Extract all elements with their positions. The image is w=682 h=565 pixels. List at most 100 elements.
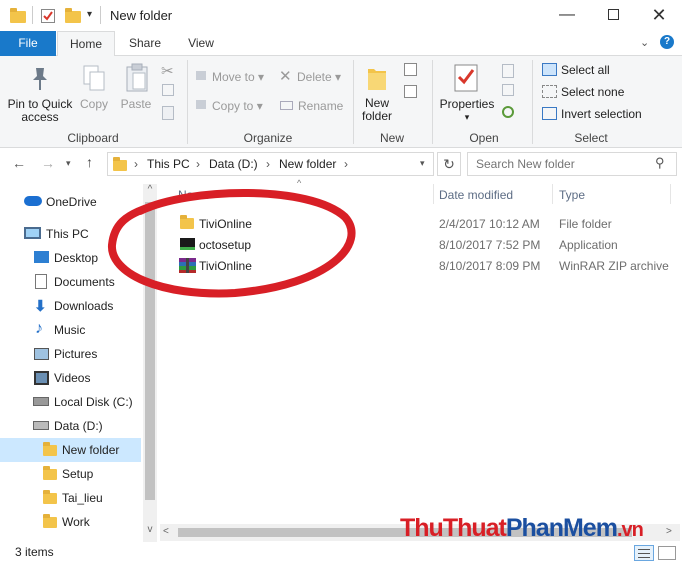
- explorer-window: ▾ New folder — ✕ File Home Share View ⌄ …: [0, 0, 682, 565]
- search-icon[interactable]: ⚲: [655, 155, 665, 171]
- breadcrumb-this-pc[interactable]: This PC: [147, 157, 190, 171]
- breadcrumb-new-folder[interactable]: New folder: [279, 157, 336, 171]
- column-header-type[interactable]: Type: [559, 188, 585, 202]
- tab-view[interactable]: View: [176, 31, 226, 56]
- nav-item-new-folder[interactable]: New folder: [62, 439, 119, 461]
- onedrive-icon: [24, 196, 42, 206]
- work-folder-icon: [43, 514, 57, 528]
- delete-button[interactable]: Delete ▾: [297, 71, 341, 84]
- nav-item-work[interactable]: Work: [62, 511, 90, 533]
- local-disk-icon: [33, 397, 49, 406]
- properties-check-icon[interactable]: [41, 9, 55, 23]
- pin-to-quick-access-button[interactable]: Pin to Quick access: [4, 98, 76, 124]
- highlight-ellipse: [108, 188, 356, 298]
- nav-item-onedrive[interactable]: OneDrive: [46, 191, 97, 213]
- downloads-icon: ⬇: [34, 298, 47, 315]
- copy-path-icon[interactable]: [162, 84, 174, 96]
- documents-icon: [35, 274, 47, 289]
- this-pc-icon: [24, 227, 41, 239]
- move-to-button[interactable]: Move to ▾: [212, 71, 264, 84]
- history-icon[interactable]: [502, 106, 514, 118]
- copy-to-button[interactable]: Copy to ▾: [212, 100, 263, 113]
- file-type: WinRAR ZIP archive: [559, 259, 669, 273]
- file-date-modified: 2/4/2017 10:12 AM: [439, 217, 540, 231]
- forward-arrow-icon[interactable]: →: [41, 155, 55, 171]
- nav-item-this-pc[interactable]: This PC: [46, 223, 89, 245]
- address-dropdown-icon[interactable]: ▾: [420, 158, 425, 169]
- edit-icon[interactable]: [502, 84, 514, 96]
- select-none-icon: [542, 85, 557, 98]
- paste-icon: [124, 63, 150, 96]
- new-folder-nav-icon: [43, 442, 57, 456]
- tab-home[interactable]: Home: [57, 31, 115, 57]
- nav-item-data-d[interactable]: Data (D:): [54, 415, 103, 437]
- maximize-button[interactable]: [590, 0, 636, 31]
- paste-shortcut-icon[interactable]: [162, 106, 174, 120]
- nav-item-pictures[interactable]: Pictures: [54, 343, 97, 365]
- column-header-date-modified[interactable]: Date modified: [439, 188, 513, 202]
- invert-selection-button[interactable]: Invert selection: [561, 108, 642, 121]
- address-bar[interactable]: › This PC › Data (D:) › New folder › ▾: [107, 152, 434, 176]
- new-folder-button[interactable]: New folder: [355, 97, 399, 123]
- nav-item-desktop[interactable]: Desktop: [54, 247, 98, 269]
- move-to-icon: [196, 71, 206, 80]
- desktop-icon: [34, 251, 49, 263]
- large-icons-view-icon[interactable]: [658, 546, 676, 560]
- music-icon: ♪: [35, 320, 43, 337]
- nav-item-videos[interactable]: Videos: [54, 367, 90, 389]
- rename-button[interactable]: Rename: [298, 100, 343, 113]
- tab-file[interactable]: File: [0, 31, 56, 56]
- recent-locations-icon[interactable]: ▾: [66, 158, 71, 169]
- title-bar: ▾ New folder — ✕: [0, 0, 682, 31]
- nav-item-music[interactable]: Music: [54, 319, 85, 341]
- file-date-modified: 8/10/2017 7:52 PM: [439, 238, 541, 252]
- cut-icon[interactable]: ✂: [161, 62, 174, 80]
- minimize-ribbon-icon[interactable]: ⌄: [640, 36, 649, 49]
- minimize-button[interactable]: —: [544, 0, 590, 31]
- setup-folder-icon: [43, 466, 57, 480]
- group-label-organize: Organize: [243, 131, 293, 145]
- properties-icon: [454, 64, 478, 95]
- status-item-count: 3 items: [15, 545, 54, 559]
- select-all-button[interactable]: Select all: [561, 64, 610, 77]
- breadcrumb-data-d[interactable]: Data (D:): [209, 157, 258, 171]
- watermark: ThuThuatPhanMem.vn: [400, 514, 644, 542]
- paste-button[interactable]: Paste: [118, 98, 154, 111]
- file-type: Application: [559, 238, 618, 252]
- delete-icon: ✕: [279, 68, 292, 85]
- new-item-icon[interactable]: [404, 63, 417, 76]
- address-folder-icon: [113, 157, 127, 171]
- tab-share[interactable]: Share: [120, 31, 170, 56]
- new-folder-quick-icon[interactable]: [65, 8, 81, 23]
- group-label-open: Open: [469, 131, 499, 145]
- group-label-clipboard: Clipboard: [67, 131, 119, 145]
- nav-item-tai-lieu[interactable]: Tai_lieu: [62, 487, 103, 509]
- data-drive-icon: [33, 421, 49, 430]
- back-arrow-icon[interactable]: ←: [12, 155, 26, 171]
- nav-item-local-disk-c[interactable]: Local Disk (C:): [54, 391, 133, 413]
- customize-toolbar-icon[interactable]: ▾: [87, 9, 92, 20]
- details-view-icon[interactable]: [634, 545, 654, 561]
- folder-icon: [10, 8, 26, 23]
- refresh-icon[interactable]: ↻: [437, 152, 461, 176]
- nav-item-setup[interactable]: Setup: [62, 463, 93, 485]
- select-none-button[interactable]: Select none: [561, 86, 624, 99]
- help-icon[interactable]: ?: [660, 35, 674, 49]
- close-button[interactable]: ✕: [636, 0, 682, 31]
- pictures-icon: [34, 348, 49, 360]
- properties-button[interactable]: Properties ▾: [437, 98, 497, 124]
- file-type: File folder: [559, 217, 612, 231]
- open-icon[interactable]: [502, 64, 514, 78]
- videos-icon: [34, 371, 49, 385]
- tai-lieu-folder-icon: [43, 490, 57, 504]
- up-arrow-icon[interactable]: ↑: [86, 154, 93, 170]
- easy-access-icon[interactable]: [404, 85, 417, 98]
- file-date-modified: 8/10/2017 8:09 PM: [439, 259, 541, 273]
- select-all-icon: [542, 63, 557, 76]
- group-label-select: Select: [574, 131, 608, 145]
- window-title: New folder: [110, 8, 173, 23]
- pin-icon: [28, 66, 52, 95]
- copy-button[interactable]: Copy: [76, 98, 112, 111]
- search-input[interactable]: [467, 152, 677, 176]
- copy-to-icon: [196, 100, 206, 109]
